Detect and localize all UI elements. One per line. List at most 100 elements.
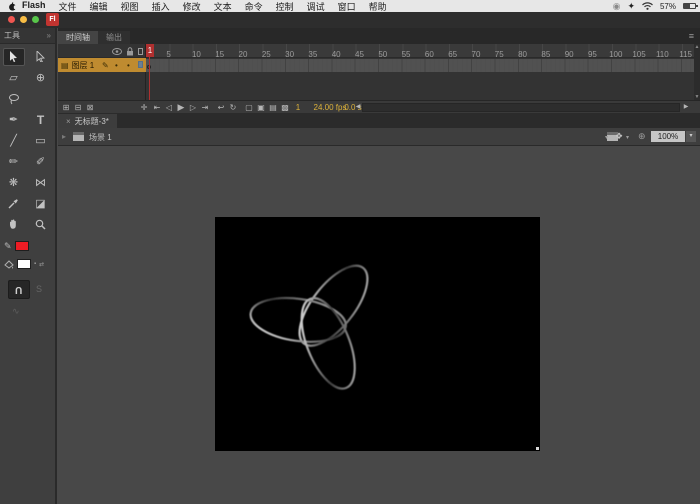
step-forward-button[interactable]: ▷ (188, 101, 198, 114)
minimize-window-button[interactable] (20, 16, 27, 23)
eraser-tool[interactable]: ◪ (27, 193, 54, 214)
go-last-frame-button[interactable]: ⇥ (200, 101, 210, 114)
new-layer-button[interactable]: ⊞ (61, 101, 71, 114)
timeline-controls-bar: ⊞ ⊟ ⊠ ✛ ⇤ ◁ ▶ ▷ ⇥ ↩ ↻ ▢ ▣ ▤ ▩ 1 24.00 fp… (58, 100, 700, 113)
bone-tool[interactable]: ⋈ (27, 172, 54, 193)
macos-menu-bar: Flash 文件编辑视图插入修改文本命令控制调试窗口帮助 ◉ ✦ 57% (0, 0, 700, 12)
layer-outline-swatch[interactable] (138, 61, 143, 68)
hscroll-left-arrow[interactable]: ◀ (354, 101, 362, 114)
outline-column-icon[interactable] (138, 48, 143, 55)
menu-item[interactable]: 修改 (183, 0, 201, 13)
smooth-option[interactable]: ∿ (12, 306, 20, 317)
stage-canvas[interactable] (215, 217, 540, 451)
zoom-dropdown-icon[interactable]: ▾ (686, 131, 696, 142)
fill-color-swatch[interactable] (17, 259, 31, 269)
zoom-tool[interactable] (27, 214, 54, 235)
edit-symbols-icon[interactable]: ❖ (615, 131, 623, 142)
hand-tool[interactable] (0, 214, 27, 235)
close-document-icon[interactable]: × (66, 117, 71, 126)
playhead-marker[interactable]: 1 (146, 44, 154, 57)
menu-item[interactable]: 帮助 (369, 0, 387, 13)
layer-edit-pencil-icon: ✎ (102, 61, 109, 70)
black-white-button[interactable]: ▪ (34, 261, 36, 267)
scene-clapper-icon (73, 132, 84, 141)
trefoil-shape[interactable] (215, 217, 540, 451)
layers-header (58, 44, 145, 58)
subselection-tool[interactable] (27, 46, 54, 67)
battery-percent: 57% (660, 2, 676, 11)
menu-item[interactable]: 控制 (276, 0, 294, 13)
layer-lock-dot[interactable]: • (127, 61, 130, 70)
loop-range-button[interactable]: ↻ (228, 101, 238, 114)
swap-colors-button[interactable]: ⇄ (39, 261, 44, 268)
document-tab[interactable]: × 无标题-3* (58, 114, 117, 128)
edit-symbols-dropdown-icon[interactable]: ▾ (626, 134, 629, 141)
snap-to-objects-toggle[interactable]: U (8, 280, 30, 299)
onion-skin-outline-button[interactable]: ▣ (256, 101, 266, 114)
back-arrow-icon[interactable]: ▸ (62, 132, 66, 141)
scroll-up-icon[interactable]: ▲ (695, 44, 700, 50)
brush-tool[interactable]: ✐ (27, 151, 54, 172)
scene-name[interactable]: 场景 1 (89, 132, 112, 143)
text-tool[interactable]: T (27, 109, 54, 130)
close-window-button[interactable] (8, 16, 15, 23)
tab-timeline[interactable]: 时间轴 (58, 31, 98, 44)
edit-scene-dropdown-icon[interactable]: ▾ (605, 134, 608, 141)
zoom-level-input[interactable]: 100% (651, 131, 685, 142)
menu-item[interactable]: 视图 (121, 0, 139, 13)
edit-multiple-frames-button[interactable]: ▤ (268, 101, 278, 114)
menu-item[interactable]: 窗口 (338, 0, 356, 13)
pen-tool[interactable]: ✒ (0, 109, 27, 130)
layer-row-layer1[interactable]: ▤ 图层 1 ✎ • • (58, 58, 146, 72)
layer-visible-dot[interactable]: • (115, 61, 118, 70)
line-tool[interactable]: ╱ (0, 130, 27, 151)
selection-tool[interactable] (0, 46, 27, 67)
free-transform-tool[interactable]: ▱ (0, 67, 27, 88)
apple-icon[interactable] (8, 2, 17, 11)
deco-tool[interactable]: ❋ (0, 172, 27, 193)
menu-item[interactable]: 文件 (59, 0, 77, 13)
loop-playback-button[interactable]: ↩ (216, 101, 226, 114)
layer-name[interactable]: 图层 1 (72, 60, 95, 71)
playhead-line[interactable] (149, 57, 150, 100)
empty-slot (27, 88, 54, 109)
fill-color-row: ▪ ⇄ (4, 256, 54, 272)
straighten-option[interactable]: S (36, 284, 42, 294)
panel-menu-icon[interactable]: ≡ (689, 31, 694, 41)
eyedropper-tool[interactable] (0, 193, 27, 214)
delete-layer-button[interactable]: ⊠ (85, 101, 95, 114)
menu-item[interactable]: 命令 (245, 0, 263, 13)
collapse-panel-icon[interactable]: » (47, 31, 51, 40)
menu-item[interactable]: Flash (22, 0, 46, 13)
play-button[interactable]: ▶ (176, 101, 186, 114)
rectangle-tool[interactable]: ▭ (27, 130, 54, 151)
pasteboard[interactable] (58, 146, 700, 504)
hscroll-right-arrow[interactable]: ▶ (682, 101, 690, 114)
menu-item[interactable]: 文本 (214, 0, 232, 13)
lasso-tool[interactable] (0, 88, 27, 109)
go-first-frame-button[interactable]: ⇤ (152, 101, 162, 114)
timeline-vertical-scrollbar[interactable]: ▲ ▼ (694, 44, 700, 100)
zoom-window-button[interactable] (32, 16, 39, 23)
menu-item[interactable]: 插入 (152, 0, 170, 13)
lock-column-icon[interactable] (126, 47, 134, 56)
wifi-icon[interactable] (642, 2, 653, 10)
pencil-tool[interactable]: ✏ (0, 151, 27, 172)
center-stage-icon[interactable]: ⊕ (638, 131, 646, 142)
layer1-frame-strip[interactable] (146, 59, 694, 72)
input-source-icon[interactable]: ◉ (613, 1, 621, 12)
step-back-button[interactable]: ◁ (164, 101, 174, 114)
tab-output[interactable]: 输出 (98, 31, 130, 44)
new-folder-button[interactable]: ⊟ (73, 101, 83, 114)
stroke-color-swatch[interactable] (15, 241, 29, 251)
3d-rotation-tool[interactable]: ⊕ (27, 67, 54, 88)
onion-skin-button[interactable]: ▢ (244, 101, 254, 114)
visibility-column-eye-icon[interactable] (112, 48, 122, 55)
menu-item[interactable]: 调试 (307, 0, 325, 13)
modify-markers-button[interactable]: ▩ (280, 101, 290, 114)
frame-centering-button[interactable]: ✛ (139, 101, 149, 114)
menu-item[interactable]: 编辑 (90, 0, 108, 13)
timeline-horizontal-scrollbar[interactable] (362, 103, 680, 112)
menu-extra-icon[interactable]: ✦ (627, 1, 635, 12)
timeline-ruler[interactable]: 5 10152025303540455055606570758085909510… (146, 44, 694, 58)
